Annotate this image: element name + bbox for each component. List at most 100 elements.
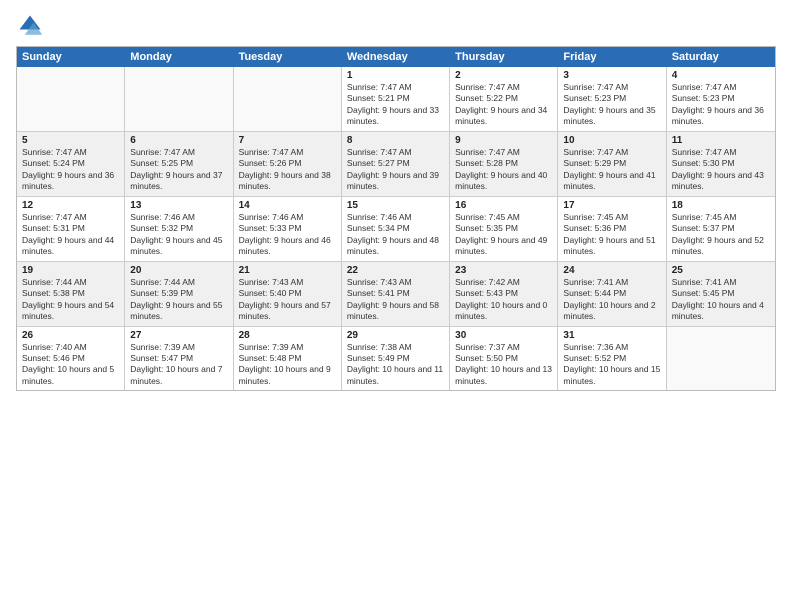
calendar-cell: 23Sunrise: 7:42 AM Sunset: 5:43 PM Dayli… — [450, 262, 558, 326]
calendar-week-row: 12Sunrise: 7:47 AM Sunset: 5:31 PM Dayli… — [17, 197, 775, 262]
calendar-cell: 12Sunrise: 7:47 AM Sunset: 5:31 PM Dayli… — [17, 197, 125, 261]
day-details: Sunrise: 7:44 AM Sunset: 5:39 PM Dayligh… — [130, 277, 227, 323]
day-details: Sunrise: 7:47 AM Sunset: 5:23 PM Dayligh… — [563, 82, 660, 128]
calendar-cell: 28Sunrise: 7:39 AM Sunset: 5:48 PM Dayli… — [234, 327, 342, 391]
day-details: Sunrise: 7:39 AM Sunset: 5:47 PM Dayligh… — [130, 342, 227, 388]
calendar-cell: 9Sunrise: 7:47 AM Sunset: 5:28 PM Daylig… — [450, 132, 558, 196]
day-number: 15 — [347, 200, 444, 211]
calendar-cell: 25Sunrise: 7:41 AM Sunset: 5:45 PM Dayli… — [667, 262, 775, 326]
logo-icon — [16, 12, 44, 40]
day-details: Sunrise: 7:47 AM Sunset: 5:25 PM Dayligh… — [130, 147, 227, 193]
day-number: 26 — [22, 330, 119, 341]
day-number: 23 — [455, 265, 552, 276]
day-details: Sunrise: 7:47 AM Sunset: 5:22 PM Dayligh… — [455, 82, 552, 128]
calendar-cell: 31Sunrise: 7:36 AM Sunset: 5:52 PM Dayli… — [558, 327, 666, 391]
calendar-day-header: Friday — [558, 47, 666, 67]
calendar-cell: 18Sunrise: 7:45 AM Sunset: 5:37 PM Dayli… — [667, 197, 775, 261]
calendar-cell: 16Sunrise: 7:45 AM Sunset: 5:35 PM Dayli… — [450, 197, 558, 261]
calendar-cell: 5Sunrise: 7:47 AM Sunset: 5:24 PM Daylig… — [17, 132, 125, 196]
calendar-header: SundayMondayTuesdayWednesdayThursdayFrid… — [17, 47, 775, 67]
day-details: Sunrise: 7:47 AM Sunset: 5:31 PM Dayligh… — [22, 212, 119, 258]
day-details: Sunrise: 7:39 AM Sunset: 5:48 PM Dayligh… — [239, 342, 336, 388]
day-details: Sunrise: 7:45 AM Sunset: 5:37 PM Dayligh… — [672, 212, 770, 258]
calendar-day-header: Saturday — [667, 47, 775, 67]
day-number: 25 — [672, 265, 770, 276]
day-number: 18 — [672, 200, 770, 211]
calendar-cell: 11Sunrise: 7:47 AM Sunset: 5:30 PM Dayli… — [667, 132, 775, 196]
day-number: 3 — [563, 70, 660, 81]
day-details: Sunrise: 7:46 AM Sunset: 5:33 PM Dayligh… — [239, 212, 336, 258]
calendar-cell: 13Sunrise: 7:46 AM Sunset: 5:32 PM Dayli… — [125, 197, 233, 261]
day-number: 20 — [130, 265, 227, 276]
calendar-day-header: Wednesday — [342, 47, 450, 67]
calendar-week-row: 5Sunrise: 7:47 AM Sunset: 5:24 PM Daylig… — [17, 132, 775, 197]
calendar-cell: 8Sunrise: 7:47 AM Sunset: 5:27 PM Daylig… — [342, 132, 450, 196]
day-details: Sunrise: 7:40 AM Sunset: 5:46 PM Dayligh… — [22, 342, 119, 388]
day-details: Sunrise: 7:46 AM Sunset: 5:34 PM Dayligh… — [347, 212, 444, 258]
calendar-cell: 26Sunrise: 7:40 AM Sunset: 5:46 PM Dayli… — [17, 327, 125, 391]
day-details: Sunrise: 7:41 AM Sunset: 5:44 PM Dayligh… — [563, 277, 660, 323]
day-number: 29 — [347, 330, 444, 341]
day-details: Sunrise: 7:47 AM Sunset: 5:24 PM Dayligh… — [22, 147, 119, 193]
day-number: 2 — [455, 70, 552, 81]
calendar: SundayMondayTuesdayWednesdayThursdayFrid… — [16, 46, 776, 391]
calendar-cell: 30Sunrise: 7:37 AM Sunset: 5:50 PM Dayli… — [450, 327, 558, 391]
day-number: 24 — [563, 265, 660, 276]
calendar-cell: 3Sunrise: 7:47 AM Sunset: 5:23 PM Daylig… — [558, 67, 666, 131]
day-details: Sunrise: 7:45 AM Sunset: 5:36 PM Dayligh… — [563, 212, 660, 258]
day-number: 31 — [563, 330, 660, 341]
day-details: Sunrise: 7:37 AM Sunset: 5:50 PM Dayligh… — [455, 342, 552, 388]
day-details: Sunrise: 7:47 AM Sunset: 5:29 PM Dayligh… — [563, 147, 660, 193]
day-details: Sunrise: 7:43 AM Sunset: 5:40 PM Dayligh… — [239, 277, 336, 323]
day-details: Sunrise: 7:46 AM Sunset: 5:32 PM Dayligh… — [130, 212, 227, 258]
header — [16, 12, 776, 40]
day-number: 7 — [239, 135, 336, 146]
calendar-body: 1Sunrise: 7:47 AM Sunset: 5:21 PM Daylig… — [17, 67, 775, 390]
calendar-cell — [667, 327, 775, 391]
day-number: 4 — [672, 70, 770, 81]
day-number: 21 — [239, 265, 336, 276]
day-details: Sunrise: 7:47 AM Sunset: 5:21 PM Dayligh… — [347, 82, 444, 128]
calendar-cell: 14Sunrise: 7:46 AM Sunset: 5:33 PM Dayli… — [234, 197, 342, 261]
calendar-cell: 2Sunrise: 7:47 AM Sunset: 5:22 PM Daylig… — [450, 67, 558, 131]
calendar-cell: 19Sunrise: 7:44 AM Sunset: 5:38 PM Dayli… — [17, 262, 125, 326]
day-number: 17 — [563, 200, 660, 211]
calendar-cell: 6Sunrise: 7:47 AM Sunset: 5:25 PM Daylig… — [125, 132, 233, 196]
calendar-cell: 24Sunrise: 7:41 AM Sunset: 5:44 PM Dayli… — [558, 262, 666, 326]
calendar-cell: 1Sunrise: 7:47 AM Sunset: 5:21 PM Daylig… — [342, 67, 450, 131]
page: SundayMondayTuesdayWednesdayThursdayFrid… — [0, 0, 792, 612]
calendar-cell: 7Sunrise: 7:47 AM Sunset: 5:26 PM Daylig… — [234, 132, 342, 196]
day-number: 13 — [130, 200, 227, 211]
calendar-cell: 10Sunrise: 7:47 AM Sunset: 5:29 PM Dayli… — [558, 132, 666, 196]
calendar-cell — [17, 67, 125, 131]
day-number: 12 — [22, 200, 119, 211]
day-number: 27 — [130, 330, 227, 341]
day-number: 6 — [130, 135, 227, 146]
day-details: Sunrise: 7:47 AM Sunset: 5:27 PM Dayligh… — [347, 147, 444, 193]
logo — [16, 12, 48, 40]
day-number: 11 — [672, 135, 770, 146]
day-details: Sunrise: 7:41 AM Sunset: 5:45 PM Dayligh… — [672, 277, 770, 323]
day-number: 10 — [563, 135, 660, 146]
calendar-cell: 4Sunrise: 7:47 AM Sunset: 5:23 PM Daylig… — [667, 67, 775, 131]
day-details: Sunrise: 7:36 AM Sunset: 5:52 PM Dayligh… — [563, 342, 660, 388]
day-number: 19 — [22, 265, 119, 276]
calendar-cell: 15Sunrise: 7:46 AM Sunset: 5:34 PM Dayli… — [342, 197, 450, 261]
calendar-cell — [234, 67, 342, 131]
calendar-week-row: 1Sunrise: 7:47 AM Sunset: 5:21 PM Daylig… — [17, 67, 775, 132]
calendar-day-header: Thursday — [450, 47, 558, 67]
calendar-day-header: Sunday — [17, 47, 125, 67]
day-number: 16 — [455, 200, 552, 211]
day-number: 22 — [347, 265, 444, 276]
calendar-week-row: 19Sunrise: 7:44 AM Sunset: 5:38 PM Dayli… — [17, 262, 775, 327]
day-details: Sunrise: 7:44 AM Sunset: 5:38 PM Dayligh… — [22, 277, 119, 323]
day-number: 14 — [239, 200, 336, 211]
day-details: Sunrise: 7:47 AM Sunset: 5:26 PM Dayligh… — [239, 147, 336, 193]
calendar-cell: 17Sunrise: 7:45 AM Sunset: 5:36 PM Dayli… — [558, 197, 666, 261]
calendar-week-row: 26Sunrise: 7:40 AM Sunset: 5:46 PM Dayli… — [17, 327, 775, 391]
day-details: Sunrise: 7:47 AM Sunset: 5:28 PM Dayligh… — [455, 147, 552, 193]
calendar-cell: 22Sunrise: 7:43 AM Sunset: 5:41 PM Dayli… — [342, 262, 450, 326]
day-details: Sunrise: 7:47 AM Sunset: 5:23 PM Dayligh… — [672, 82, 770, 128]
day-number: 30 — [455, 330, 552, 341]
day-details: Sunrise: 7:38 AM Sunset: 5:49 PM Dayligh… — [347, 342, 444, 388]
